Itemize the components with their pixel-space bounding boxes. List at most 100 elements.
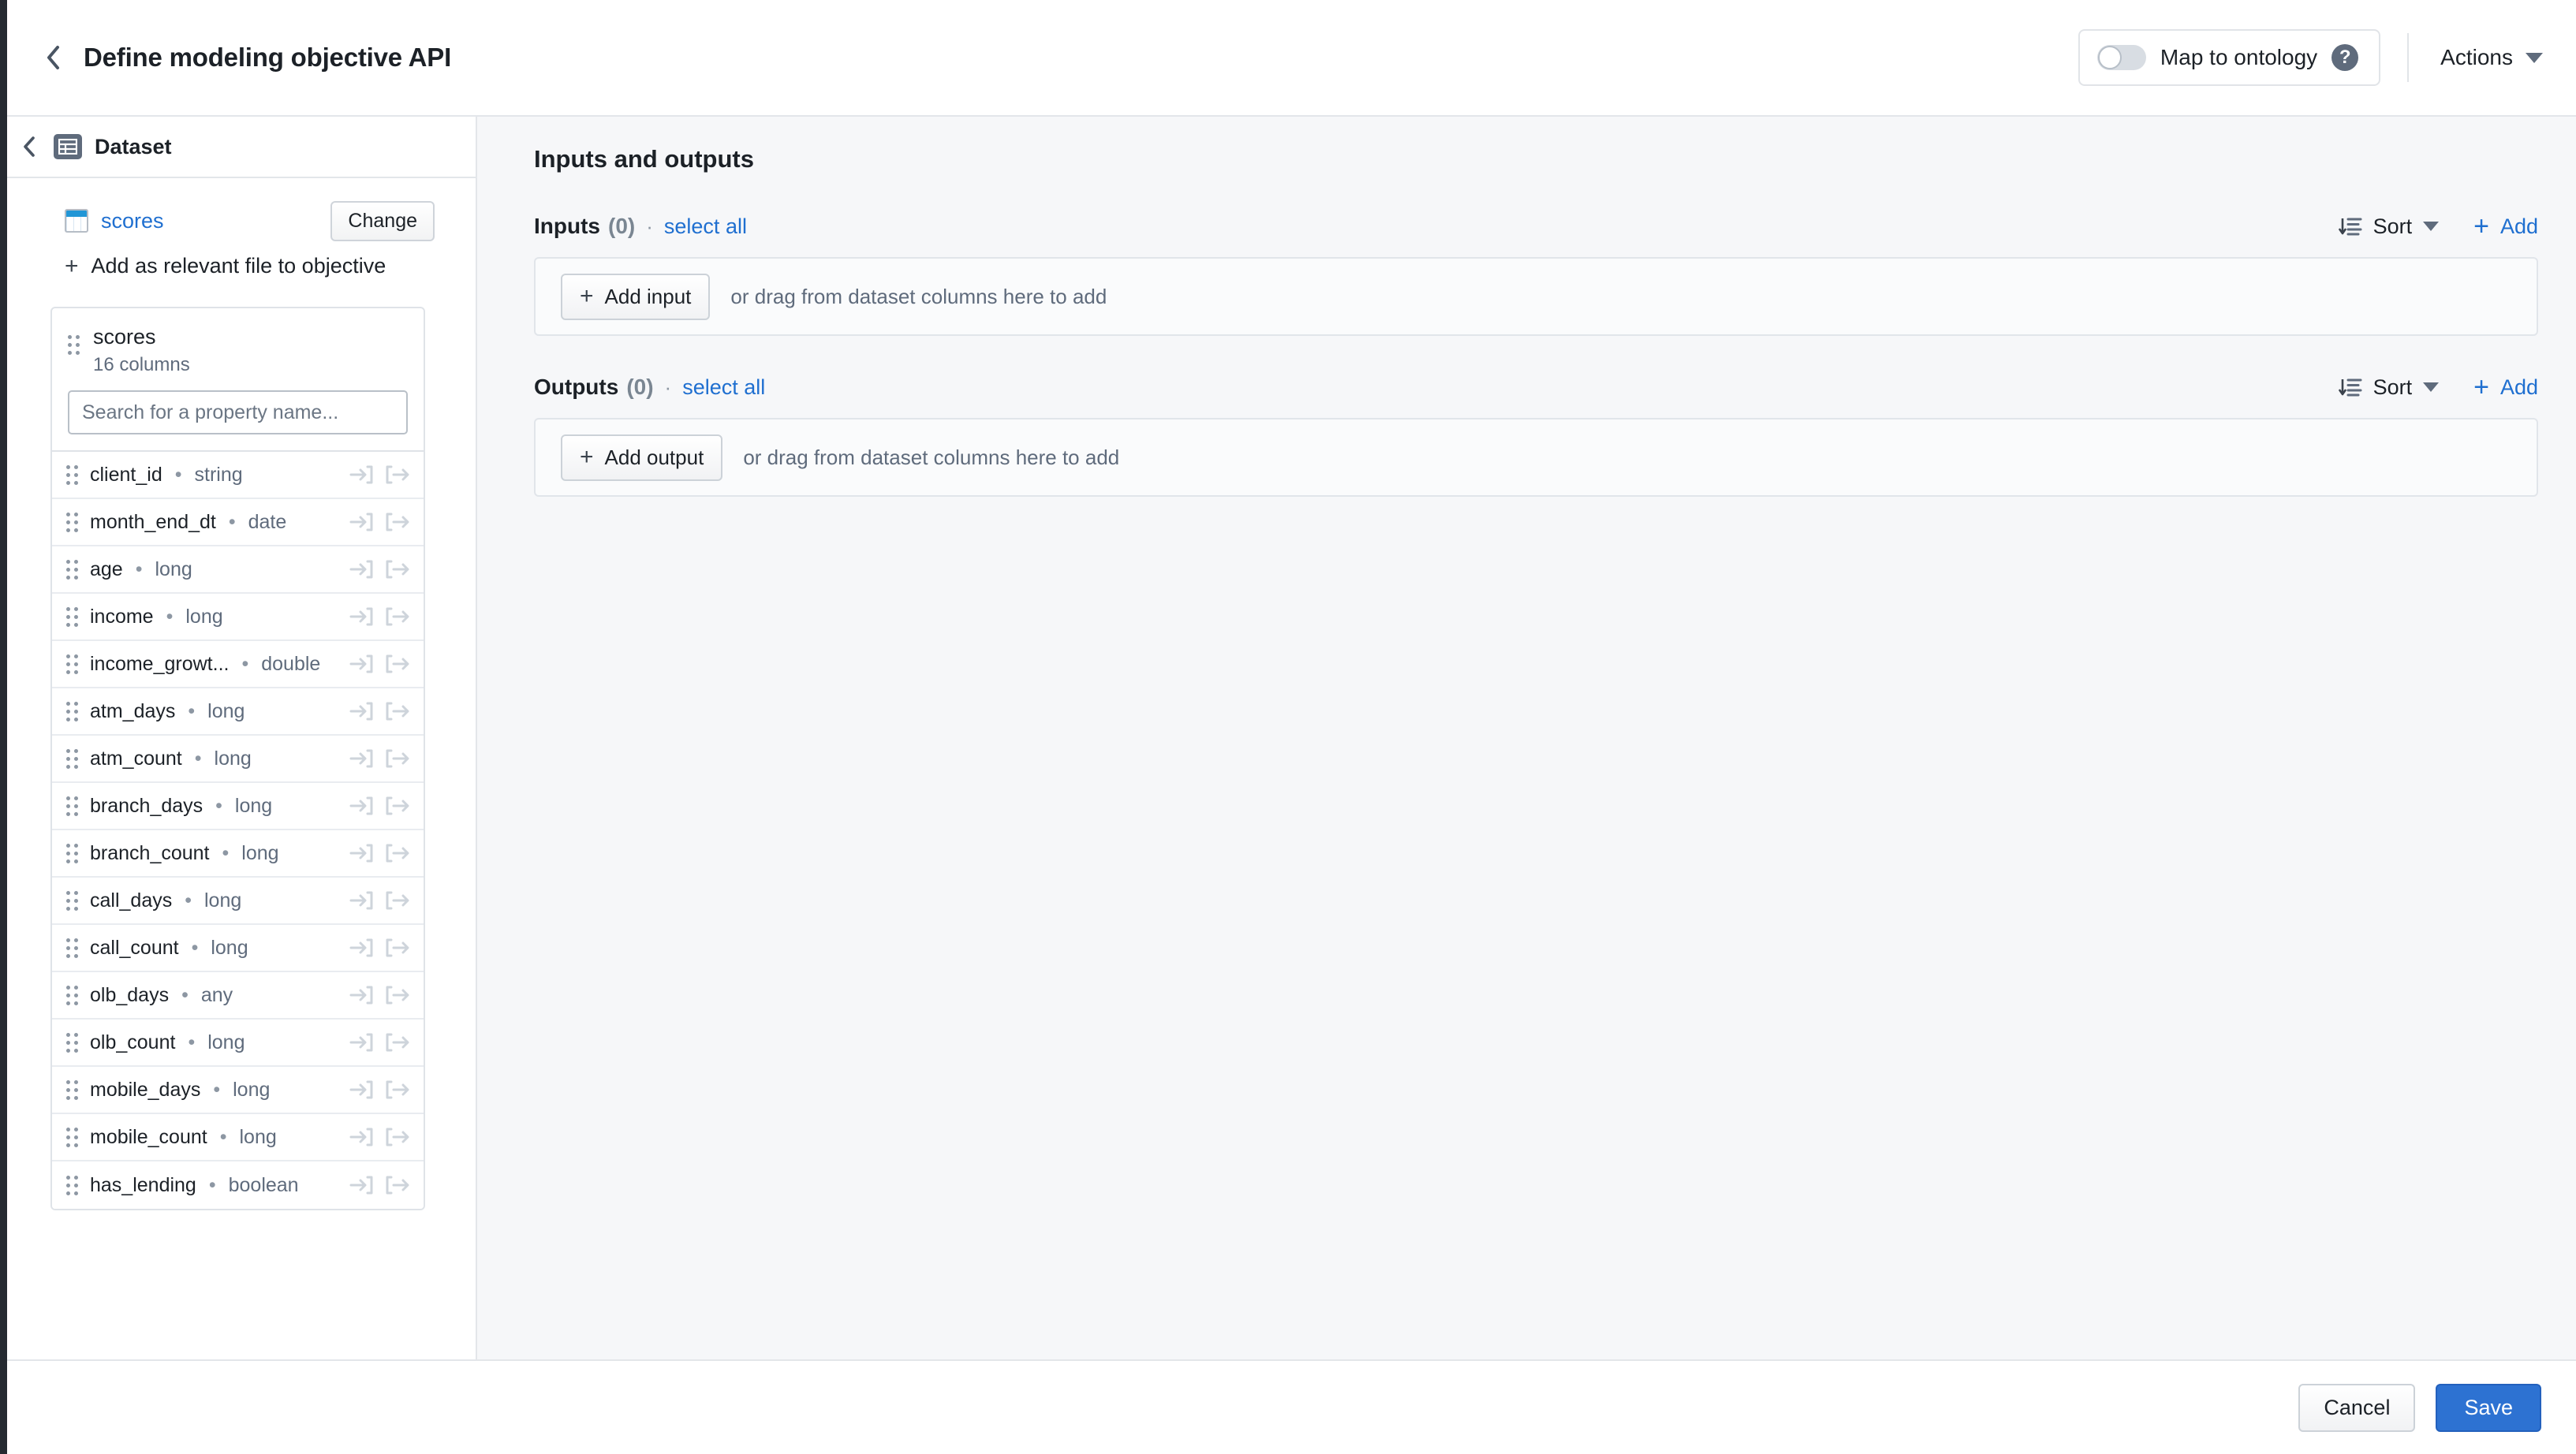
column-row[interactable]: olb_count • long (52, 1020, 424, 1068)
add-as-output-button[interactable] (384, 792, 411, 819)
inputs-dropzone[interactable]: + Add input or drag from dataset columns h… (534, 257, 2538, 336)
add-input-button[interactable]: + Add input (561, 273, 711, 320)
add-as-input-button[interactable] (348, 887, 375, 914)
add-as-output-button[interactable] (384, 887, 411, 914)
add-as-input-button[interactable] (348, 556, 375, 583)
dataset-name-link[interactable]: scores (101, 209, 164, 233)
column-type: long (185, 605, 223, 628)
column-row[interactable]: atm_days • long (52, 688, 424, 736)
add-as-output-button[interactable] (384, 1124, 411, 1150)
cancel-button[interactable]: Cancel (2298, 1383, 2416, 1432)
column-row[interactable]: mobile_count • long (52, 1114, 424, 1162)
drag-handle-icon[interactable] (66, 1079, 79, 1100)
drag-handle-icon[interactable] (66, 654, 79, 674)
add-as-output-button[interactable] (384, 982, 411, 1008)
inputs-sort-button[interactable]: Sort (2338, 214, 2440, 239)
add-as-input-button[interactable] (348, 1124, 375, 1150)
actions-menu-button[interactable]: Actions (2436, 37, 2548, 78)
add-as-input-button[interactable] (348, 651, 375, 677)
drag-handle-icon[interactable] (66, 1175, 79, 1195)
add-as-input-button[interactable] (348, 1172, 375, 1199)
column-type: long (207, 1031, 245, 1053)
drag-handle-icon[interactable] (66, 985, 79, 1005)
drag-handle-icon[interactable] (66, 843, 79, 863)
add-as-input-button[interactable] (348, 1076, 375, 1103)
inputs-add-button[interactable]: + Add (2473, 213, 2538, 240)
search-input[interactable] (68, 390, 408, 435)
change-dataset-button[interactable]: Change (330, 200, 435, 241)
column-separator: • (222, 841, 230, 864)
add-as-input-icon (349, 702, 373, 721)
column-type: long (211, 936, 248, 959)
add-as-input-button[interactable] (348, 1029, 375, 1056)
map-to-ontology-toggle[interactable] (2096, 45, 2146, 70)
add-as-input-button[interactable] (348, 934, 375, 961)
drag-handle-icon[interactable] (66, 938, 79, 958)
column-row[interactable]: client_id • string (52, 452, 424, 500)
help-icon[interactable]: ? (2331, 44, 2359, 71)
add-as-input-button[interactable] (348, 745, 375, 772)
drag-handle-icon[interactable] (66, 748, 79, 769)
add-as-output-button[interactable] (384, 556, 411, 583)
drag-handle-icon[interactable] (66, 1032, 79, 1053)
drag-handle-icon[interactable] (66, 559, 79, 580)
drag-handle-icon[interactable] (66, 1127, 79, 1147)
add-as-input-button[interactable] (348, 840, 375, 867)
add-as-input-button[interactable] (348, 982, 375, 1008)
add-as-output-button[interactable] (384, 1029, 411, 1056)
column-row[interactable]: call_days • long (52, 878, 424, 926)
outputs-dropzone[interactable]: + Add output or drag from dataset columns … (534, 418, 2538, 497)
column-row[interactable]: mobile_days • long (52, 1067, 424, 1115)
add-as-output-button[interactable] (384, 461, 411, 488)
add-as-input-button[interactable] (348, 792, 375, 819)
back-button[interactable] (36, 41, 69, 74)
add-as-input-button[interactable] (348, 698, 375, 725)
column-row[interactable]: olb_days • any (52, 972, 424, 1020)
drag-handle-icon[interactable] (66, 701, 79, 721)
add-as-input-icon (349, 513, 373, 531)
column-row[interactable]: income • long (52, 594, 424, 642)
inputs-select-all-link[interactable]: select all (664, 214, 747, 239)
add-as-output-icon (386, 749, 409, 768)
outputs-add-button[interactable]: + Add (2473, 374, 2538, 401)
drag-handle-icon[interactable] (66, 512, 79, 532)
body-area: Dataset scores Change + Add as relevant … (0, 117, 2576, 1359)
main-panel-title: Inputs and outputs (534, 145, 754, 173)
add-as-input-button[interactable] (348, 603, 375, 630)
column-row[interactable]: branch_days • long (52, 783, 424, 831)
save-button[interactable]: Save (2436, 1383, 2541, 1432)
add-as-output-button[interactable] (384, 745, 411, 772)
column-row[interactable]: age • long (52, 546, 424, 595)
outputs-select-all-link[interactable]: select all (682, 375, 765, 400)
add-as-output-button[interactable] (384, 1172, 411, 1199)
map-to-ontology-control[interactable]: Map to ontology ? (2078, 29, 2381, 86)
sidebar-collapse-button[interactable] (17, 135, 41, 158)
column-row[interactable]: call_count • long (52, 925, 424, 973)
add-as-output-button[interactable] (384, 509, 411, 535)
add-relevant-file-button[interactable]: + Add as relevant file to objective (0, 241, 476, 278)
add-as-input-button[interactable] (348, 509, 375, 535)
add-as-input-icon (349, 560, 373, 579)
add-as-output-button[interactable] (384, 934, 411, 961)
drag-handle-icon[interactable] (66, 464, 79, 485)
add-as-output-button[interactable] (384, 651, 411, 677)
add-as-output-button[interactable] (384, 603, 411, 630)
add-as-output-button[interactable] (384, 1076, 411, 1103)
toggle-knob (2097, 46, 2122, 69)
add-output-button[interactable]: + Add output (561, 434, 723, 481)
column-row[interactable]: has_lending • boolean (52, 1161, 424, 1210)
add-as-output-button[interactable] (384, 840, 411, 867)
plus-icon: + (580, 444, 594, 470)
outputs-sort-button[interactable]: Sort (2338, 375, 2440, 400)
drag-handle-icon[interactable] (68, 335, 80, 355)
drag-handle-icon[interactable] (66, 796, 79, 816)
drag-handle-icon[interactable] (66, 606, 79, 627)
add-as-input-button[interactable] (348, 461, 375, 488)
column-row[interactable]: atm_count • long (52, 736, 424, 784)
column-row[interactable]: income_growt... • double (52, 641, 424, 689)
column-row[interactable]: month_end_dt • date (52, 499, 424, 547)
column-row[interactable]: branch_count • long (52, 830, 424, 878)
drag-handle-icon[interactable] (66, 890, 79, 911)
chevron-left-icon (24, 136, 35, 157)
add-as-output-button[interactable] (384, 698, 411, 725)
